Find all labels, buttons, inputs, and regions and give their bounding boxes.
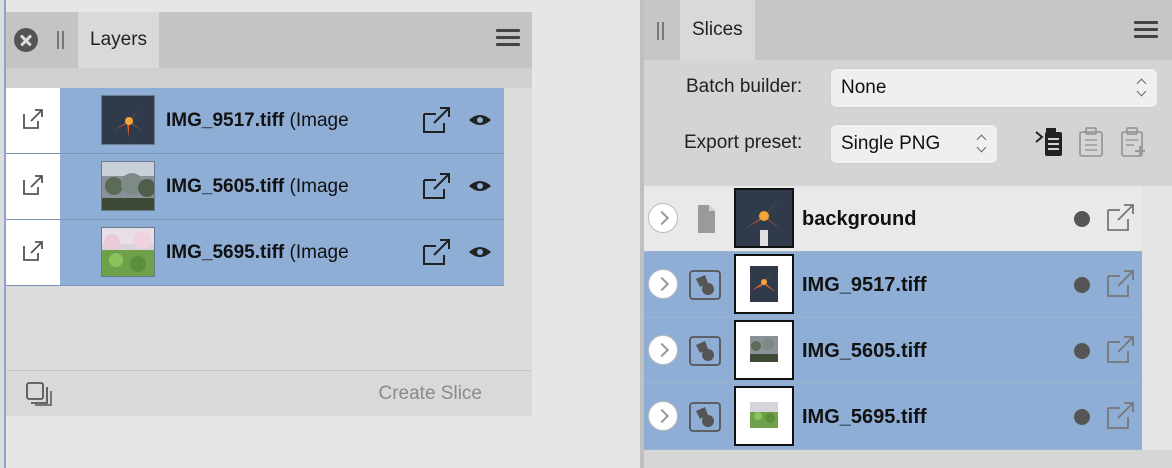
status-dot-icon — [1074, 409, 1090, 425]
layer-export-cell — [6, 154, 60, 219]
layer-name-text: IMG_5695.tiff — [166, 242, 285, 263]
slice-row[interactable]: IMG_5605.tiff — [644, 318, 1142, 384]
batch-builder-select[interactable]: None — [830, 68, 1158, 108]
slices-controls: Batch builder: None Export preset: Singl… — [644, 60, 1172, 186]
shape-layer-icon — [688, 401, 722, 433]
slice-thumbnail — [734, 188, 794, 248]
close-icon[interactable] — [14, 28, 38, 52]
batch-builder-value: None — [841, 77, 887, 98]
create-slice-button[interactable]: Create Slice — [379, 371, 483, 417]
status-dot-icon — [1074, 277, 1090, 293]
slice-row[interactable]: background — [644, 186, 1142, 252]
slice-name: IMG_5605.tiff — [802, 340, 927, 362]
chevron-right-icon[interactable] — [648, 203, 678, 233]
eye-icon[interactable] — [468, 113, 492, 127]
export-arrow-icon[interactable] — [1106, 202, 1136, 232]
export-list-icon[interactable] — [1034, 126, 1064, 158]
layers-list: IMG_9517.tiff (Image IMG_5605.tiff (Imag… — [6, 68, 532, 370]
layer-type-text: (Image — [289, 110, 349, 131]
batch-builder-label: Batch builder: — [686, 76, 803, 97]
layer-name: IMG_9517.tiff (Image — [166, 88, 376, 153]
grip-icon[interactable] — [56, 31, 66, 49]
shape-layer-icon — [688, 335, 722, 367]
export-arrow-icon[interactable] — [1106, 268, 1136, 298]
shape-layer-icon — [688, 269, 722, 301]
tab-slices-label: Slices — [692, 19, 743, 40]
export-arrow-icon[interactable] — [22, 108, 44, 130]
export-preset-value: Single PNG — [841, 133, 941, 154]
layer-export-cell — [6, 220, 60, 285]
export-arrow-icon[interactable] — [422, 106, 452, 134]
export-arrow-icon[interactable] — [1106, 400, 1136, 430]
export-arrow-icon[interactable] — [422, 238, 452, 266]
slice-name: background — [802, 208, 917, 230]
clipboard-add-icon[interactable] — [1118, 126, 1148, 158]
layer-type-text: (Image — [289, 176, 349, 197]
slices-footer — [644, 450, 1172, 468]
tab-layers[interactable]: Layers — [78, 12, 160, 68]
export-preset-label: Export preset: — [684, 132, 803, 153]
layer-name: IMG_5605.tiff (Image — [166, 154, 376, 219]
layers-footer: Create Slice — [6, 370, 532, 416]
layer-name-text: IMG_5605.tiff — [166, 176, 285, 197]
layer-row[interactable]: IMG_5695.tiff (Image — [6, 220, 504, 286]
slice-row[interactable]: IMG_9517.tiff — [644, 252, 1142, 318]
layers-panel: Layers IMG_9517.tiff (Image IMG_5605.tif… — [0, 0, 538, 468]
eye-icon[interactable] — [468, 245, 492, 259]
chevron-right-icon[interactable] — [648, 335, 678, 365]
slices-panel: Slices Batch builder: None Export preset… — [640, 0, 1172, 468]
slice-thumbnail — [734, 254, 794, 314]
export-preset-select[interactable]: Single PNG — [830, 124, 998, 164]
slices-list-margin — [1142, 186, 1172, 450]
status-dot-icon — [1074, 343, 1090, 359]
export-arrow-icon[interactable] — [22, 240, 44, 262]
document-icon — [688, 203, 722, 235]
layer-type-text: (Image — [289, 242, 349, 263]
layer-name-text: IMG_9517.tiff — [166, 110, 285, 131]
hamburger-menu-icon[interactable] — [1134, 20, 1158, 40]
chevron-right-icon[interactable] — [648, 269, 678, 299]
slice-thumbnail — [734, 320, 794, 380]
panel-top-strip — [6, 0, 532, 12]
tab-slices[interactable]: Slices — [680, 0, 755, 60]
status-dot-icon — [1074, 211, 1090, 227]
chevron-up-down-icon — [977, 133, 987, 155]
slice-name: IMG_9517.tiff — [802, 274, 927, 296]
hamburger-menu-icon[interactable] — [496, 28, 520, 48]
slice-thumbnail — [734, 386, 794, 446]
slice-name: IMG_5695.tiff — [802, 406, 927, 428]
chevron-right-icon[interactable] — [648, 401, 678, 431]
layer-name: IMG_5695.tiff (Image — [166, 220, 376, 285]
tab-layers-label: Layers — [90, 29, 148, 50]
clipboard-icon[interactable] — [1076, 126, 1106, 158]
export-arrow-icon[interactable] — [22, 174, 44, 196]
layer-row[interactable]: IMG_9517.tiff (Image — [6, 88, 504, 154]
stack-copy-icon[interactable] — [26, 382, 52, 406]
layer-row[interactable]: IMG_5605.tiff (Image — [6, 154, 504, 220]
export-arrow-icon[interactable] — [1106, 334, 1136, 364]
layers-list-header-space — [6, 68, 532, 88]
layer-export-cell — [6, 88, 60, 153]
layer-thumbnail — [101, 161, 155, 211]
export-arrow-icon[interactable] — [422, 172, 452, 200]
slices-tab-bar: Slices — [644, 0, 1172, 60]
layer-thumbnail — [101, 227, 155, 277]
layers-tab-bar: Layers — [6, 12, 532, 68]
slice-row[interactable]: IMG_5695.tiff — [644, 384, 1142, 450]
grip-icon[interactable] — [656, 22, 666, 40]
eye-icon[interactable] — [468, 179, 492, 193]
layer-thumbnail — [101, 95, 155, 145]
chevron-up-down-icon — [1137, 77, 1147, 99]
